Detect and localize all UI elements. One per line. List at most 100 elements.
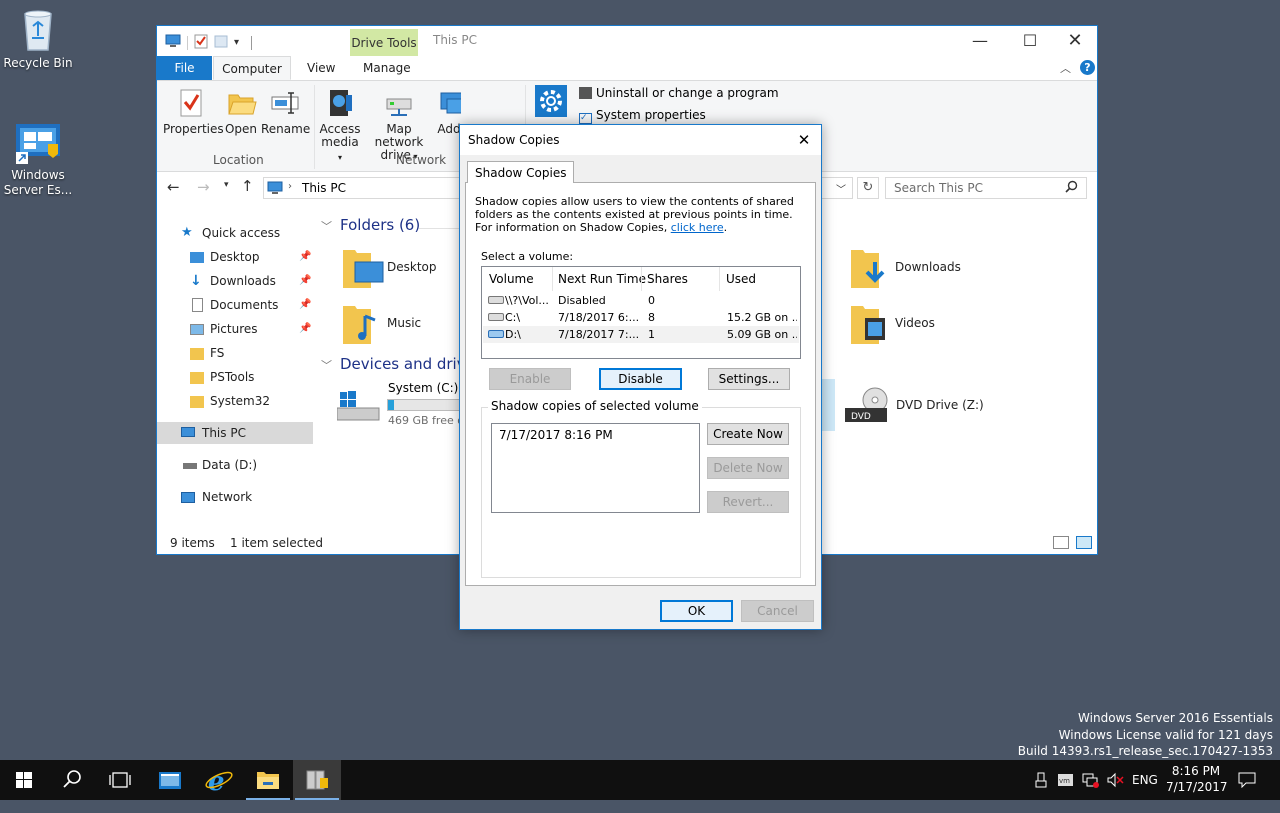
nav-quick-access[interactable]: ★ Quick access [157,222,313,244]
column-header-shares[interactable]: Shares [647,267,688,291]
folder-videos-tile[interactable]: Videos [849,298,979,348]
folders-section-header[interactable]: ﹀ Folders (6) [321,216,420,234]
network-status-icon[interactable] [1082,772,1100,812]
recent-locations-icon[interactable]: ▾ [224,180,229,190]
usb-icon[interactable] [1034,772,1048,812]
column-header-used[interactable]: Used [726,267,756,291]
open-button[interactable]: Open [221,87,261,136]
forward-arrow-icon[interactable]: → [197,178,210,196]
rename-button[interactable]: Rename [261,87,310,136]
pin-icon[interactable]: 📌 [299,270,311,292]
shadow-copy-item[interactable]: 7/17/2017 8:16 PM [499,428,692,442]
help-icon[interactable]: ? [1080,60,1095,75]
nav-this-pc[interactable]: This PC [157,422,313,444]
open-settings-button[interactable] [535,85,567,117]
disable-button[interactable]: Disable [599,368,682,390]
maximize-button[interactable]: ☐ [1007,28,1053,56]
pin-icon[interactable]: 📌 [299,294,311,316]
speaker-muted-icon[interactable] [1107,772,1125,812]
tab-file[interactable]: File [157,56,212,80]
add-network-location-button[interactable]: Add [437,87,461,136]
folder-icon [257,772,279,789]
folder-downloads-tile[interactable]: Downloads [849,242,979,292]
settings-button[interactable]: Settings... [708,368,790,390]
nav-downloads[interactable]: ↓ Downloads 📌 [157,270,313,292]
recycle-bin-desktop-icon[interactable]: Recycle Bin [0,6,76,71]
search-input[interactable]: Search This PC [885,177,1087,199]
system-properties-button[interactable]: ✓ System properties [579,108,706,124]
add-network-location-icon [437,87,461,119]
drive-dvd-z-tile[interactable]: DVD DVD Drive (Z:) [845,380,995,430]
folder-desktop-tile[interactable]: Desktop [341,242,471,292]
quick-access-toolbar: ▾ [165,33,253,52]
tab-view[interactable]: View [295,56,347,80]
nav-documents[interactable]: Documents 📌 [157,294,313,316]
address-dropdown-icon[interactable]: ﹀ [836,181,846,196]
create-now-button[interactable]: Create Now [707,423,789,445]
volume-row[interactable]: \\?\Vol... Disabled 0 [483,292,799,309]
input-language[interactable]: ENG [1132,760,1158,800]
delete-now-button[interactable]: Delete Now [707,457,789,479]
minimize-button[interactable]: — [957,28,1003,56]
windows-drive-icon [336,390,381,427]
volume-list[interactable]: Volume Next Run Time Shares Used \\?\Vol… [481,266,801,359]
tab-manage[interactable]: Manage [351,56,423,80]
vmware-tools-icon[interactable]: vm [1058,773,1074,813]
details-view-icon[interactable] [1053,536,1069,549]
access-media-button[interactable]: Access media ▾ [319,87,361,164]
folder-music-tile[interactable]: Music [341,298,471,348]
shadow-copies-taskbar-button[interactable] [293,760,341,800]
new-folder-icon[interactable] [214,34,228,51]
properties-button[interactable]: Properties [163,87,224,136]
click-here-link[interactable]: click here [671,221,724,234]
dialog-close-button[interactable]: ✕ [787,125,821,155]
pin-icon[interactable]: 📌 [299,246,311,268]
drive-system-c-tile[interactable]: System (C:) 469 GB free of [336,380,468,430]
back-arrow-icon[interactable]: ← [167,178,180,196]
nav-network[interactable]: Network [157,486,313,508]
up-arrow-icon[interactable]: ↑ [241,177,254,195]
pin-icon[interactable]: 📌 [299,318,311,340]
tab-computer[interactable]: Computer [213,56,291,80]
cancel-button[interactable]: Cancel [741,600,814,622]
volume-row-selected[interactable]: D:\ 7/18/2017 7:... 1 5.09 GB on ... [483,326,799,343]
computer-icon[interactable] [165,34,181,51]
task-view-button[interactable] [96,760,144,800]
taskbar: e vm ENG 8:16 PM 7/17/2017 [0,760,1280,800]
tab-shadow-copies[interactable]: Shadow Copies [467,161,575,183]
shadow-copies-list[interactable]: 7/17/2017 8:16 PM [491,423,700,513]
enable-button[interactable]: Enable [489,368,571,390]
column-header-next-run[interactable]: Next Run Time [558,267,646,291]
refresh-icon[interactable]: ↻ [857,177,879,199]
map-network-drive-button[interactable]: Map network drive ▾ [363,87,435,163]
action-center-icon[interactable] [1238,772,1256,812]
nav-pictures[interactable]: Pictures 📌 [157,318,313,340]
nav-system32[interactable]: System32 [157,390,313,412]
drive-icon [488,296,504,304]
collapse-ribbon-icon[interactable]: ︿ [1060,60,1071,76]
file-explorer-taskbar-button[interactable] [244,760,292,800]
customize-qat-icon[interactable]: ▾ [234,37,239,48]
revert-button[interactable]: Revert... [707,491,789,513]
nav-data-d[interactable]: Data (D:) [157,454,313,476]
internet-explorer-taskbar-button[interactable]: e [195,760,243,800]
search-button[interactable] [48,760,96,800]
clock[interactable]: 8:16 PM 7/17/2017 [1166,763,1228,803]
nav-fs[interactable]: FS [157,342,313,364]
task-view-icon [109,772,131,788]
nav-desktop[interactable]: Desktop 📌 [157,246,313,268]
ok-button[interactable]: OK [660,600,733,622]
server-dashboard-taskbar-button[interactable] [146,760,194,800]
column-header-volume[interactable]: Volume [489,267,534,291]
windows-server-essentials-desktop-icon[interactable]: Windows Server Es... [0,122,76,198]
volume-row[interactable]: C:\ 7/18/2017 6:... 8 15.2 GB on ... [483,309,799,326]
start-button[interactable] [0,760,48,800]
windows-logo-icon [16,772,32,788]
large-icons-view-icon[interactable] [1076,536,1092,549]
properties-check-icon[interactable] [194,33,208,52]
nav-pstools[interactable]: PSTools [157,366,313,388]
breadcrumb-this-pc[interactable]: This PC [302,181,346,195]
close-button[interactable]: ✕ [1052,28,1098,56]
watermark-edition: Windows Server 2016 Essentials [1078,711,1273,725]
uninstall-program-button[interactable]: Uninstall or change a program [579,86,779,100]
